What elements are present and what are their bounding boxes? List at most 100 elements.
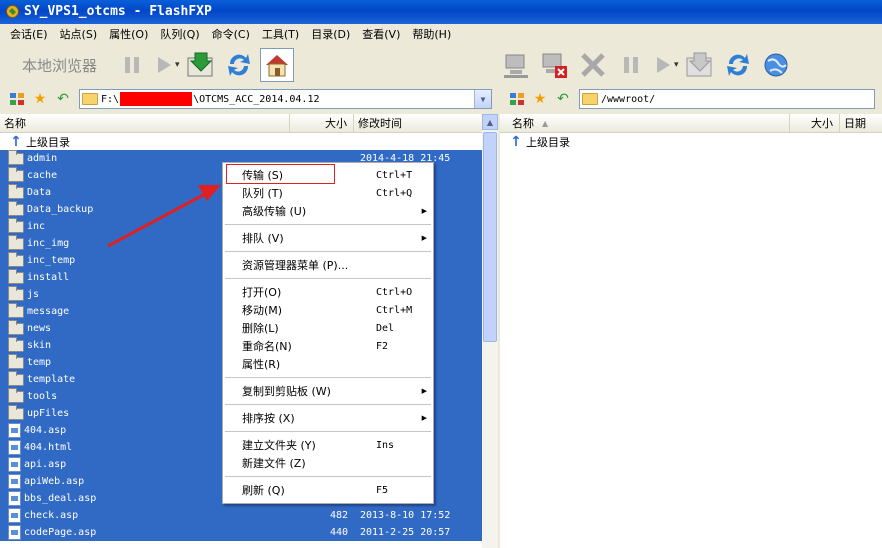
menu-queue[interactable]: 队列(Q) (154, 26, 205, 42)
file-name: cache (27, 170, 58, 181)
menu-options[interactable]: 属性(O) (103, 26, 154, 42)
remote-transfer-button[interactable] (683, 48, 717, 82)
local-path-suffix: \OTCMS_ACC_2014.04.12 (193, 93, 320, 105)
refresh-button[interactable] (222, 48, 256, 82)
file-name: Data (27, 187, 52, 198)
remote-refresh-button[interactable] (721, 48, 755, 82)
local-scrollbar[interactable]: ▲ (482, 114, 498, 548)
disconnect-button[interactable] (538, 48, 572, 82)
parent-dir-row[interactable]: ↑ 上级目录 (0, 133, 483, 150)
menu-sites[interactable]: 站点(S) (54, 26, 104, 42)
play-dropdown[interactable]: ▾ (175, 60, 180, 70)
menu-view[interactable]: 查看(V) (356, 26, 406, 42)
menu-item-label: 传输 (S) (242, 169, 284, 182)
connect-computer-icon (504, 54, 528, 78)
chevron-down-icon[interactable]: ▼ (474, 90, 491, 108)
col-modified[interactable]: 修改时间 (354, 114, 483, 132)
context-menu-item[interactable]: 属性(R) (223, 355, 433, 373)
scroll-thumb[interactable] (483, 132, 497, 342)
scroll-up-icon[interactable]: ▲ (482, 114, 498, 130)
file-name: api.asp (24, 459, 67, 470)
window-title: SY_VPS1_otcms - FlashFXP (24, 4, 212, 19)
table-row[interactable]: codePage.asp 440 2011-2-25 20:57 (0, 524, 483, 541)
favorites-star-icon[interactable]: ★ (31, 90, 49, 108)
site-manager-button[interactable] (759, 48, 793, 82)
file-date: 2013-8-10 17:52 (360, 510, 451, 521)
transfer-folder-icon (187, 52, 213, 77)
folder-icon (8, 234, 24, 250)
drives-icon[interactable] (508, 90, 526, 108)
file-name: 404.asp (24, 425, 67, 436)
file-name: Data_backup (27, 204, 94, 215)
col-size[interactable]: 大小 (290, 114, 354, 132)
context-menu-item[interactable]: 复制到剪贴板 (W) ▶ (223, 382, 433, 400)
context-menu-item[interactable]: 打开(O) Ctrl+O (223, 283, 433, 301)
file-name: news (27, 323, 52, 334)
context-menu-item[interactable]: 排序按 (X) ▶ (223, 409, 433, 427)
local-path-field[interactable]: F:\ \OTCMS_ACC_2014.04.12 ▼ (79, 89, 492, 109)
menu-item-shortcut: Ctrl+O (376, 286, 413, 298)
menu-separator (225, 278, 431, 279)
context-menu-item[interactable]: 建立文件夹 (Y) Ins (223, 436, 433, 454)
parent-dir-row[interactable]: ↑ 上级目录 (500, 133, 882, 150)
context-menu-item[interactable]: 重命名(N) F2 (223, 337, 433, 355)
connect-button[interactable] (500, 48, 534, 82)
file-size: 440 (329, 527, 348, 538)
folder-icon (8, 268, 24, 284)
title-bar: SY_VPS1_otcms - FlashFXP (0, 0, 882, 24)
menu-directory[interactable]: 目录(D) (305, 26, 356, 42)
file-name: temp (27, 357, 52, 368)
folder-icon (8, 387, 24, 403)
context-menu-item[interactable]: 资源管理器菜单 (P)... (223, 256, 433, 274)
context-menu-item[interactable]: 排队 (V) ▶ (223, 229, 433, 247)
col-date[interactable]: 日期 (840, 114, 882, 132)
context-menu-item[interactable]: 删除(L) Del (223, 319, 433, 337)
col-size[interactable]: 大小 (790, 114, 840, 132)
file-name: bbs_deal.asp (24, 493, 97, 504)
remote-file-list[interactable]: 名称 ▲ 大小 日期 ↑ 上级目录 (500, 114, 882, 548)
file-name: upFiles (27, 408, 70, 419)
col-name[interactable]: 名称 ▲ (500, 114, 790, 132)
remote-play-dropdown[interactable]: ▾ (674, 60, 679, 70)
remote-toolbar: ▾ (500, 44, 882, 86)
go-up-icon[interactable]: ↶ (54, 90, 72, 108)
folder-icon (8, 200, 24, 216)
menu-item-label: 建立文件夹 (Y) (242, 439, 316, 452)
context-menu-item[interactable]: 移动(M) Ctrl+M (223, 301, 433, 319)
arrow-up-icon: ↑ (10, 133, 22, 150)
context-menu-item[interactable]: 高级传输 (U) ▶ (223, 202, 433, 220)
disconnect-computer-icon (542, 53, 567, 78)
local-browser-label[interactable]: 本地浏览器 (0, 55, 115, 76)
context-menu-item[interactable]: 队列 (T) Ctrl+Q (223, 184, 433, 202)
context-menu-item[interactable]: 新建文件 (Z) (223, 454, 433, 472)
remote-play-button[interactable] (652, 48, 674, 82)
file-icon (8, 491, 21, 506)
menu-item-label: 高级传输 (U) (242, 205, 307, 218)
context-menu-item[interactable]: 刷新 (Q) F5 (223, 481, 433, 499)
play-button[interactable] (153, 48, 175, 82)
context-menu-item[interactable]: 传输 (S) Ctrl+T (223, 166, 433, 184)
menu-session[interactable]: 会话(E) (4, 26, 54, 42)
file-name: message (27, 306, 70, 317)
home-button[interactable] (259, 48, 294, 82)
file-icon (8, 474, 21, 489)
menu-item-shortcut: Ctrl+M (376, 304, 413, 316)
remote-pause-button[interactable] (614, 48, 648, 82)
folder-icon (8, 183, 24, 199)
abort-button[interactable] (576, 48, 610, 82)
folder-icon (8, 319, 24, 335)
table-row[interactable]: check.asp 482 2013-8-10 17:52 (0, 507, 483, 524)
favorites-star-icon[interactable]: ★ (531, 90, 549, 108)
pause-button[interactable] (115, 48, 149, 82)
transfer-folder-icon (686, 52, 712, 77)
menu-item-label: 新建文件 (Z) (242, 457, 306, 470)
menu-tools[interactable]: 工具(T) (256, 26, 305, 42)
menu-commands[interactable]: 命令(C) (206, 26, 256, 42)
col-name[interactable]: 名称 (0, 114, 290, 132)
drives-icon[interactable] (8, 90, 26, 108)
remote-path-field[interactable]: /wwwroot/ (579, 89, 875, 109)
go-up-icon[interactable]: ↶ (554, 90, 572, 108)
menu-help[interactable]: 帮助(H) (406, 26, 457, 42)
menu-separator (225, 377, 431, 378)
transfer-button[interactable] (184, 48, 218, 82)
